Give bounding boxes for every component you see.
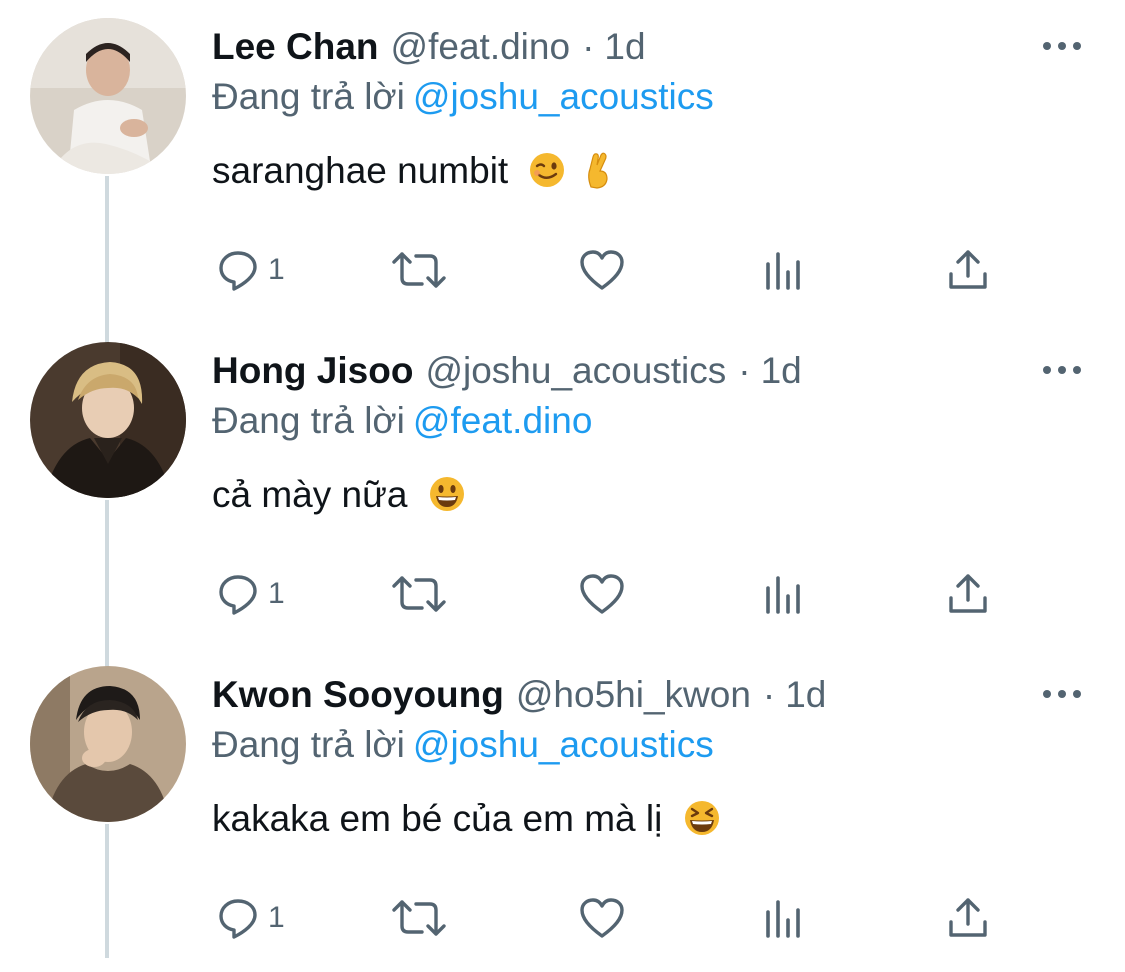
timestamp[interactable]: 1d <box>761 350 802 392</box>
replying-to: Đang trả lời @feat.dino <box>212 400 592 442</box>
replying-to: Đang trả lời @joshu_acoustics <box>212 724 714 766</box>
tweet-text-content: kakaka em bé của em mà lị <box>212 798 663 839</box>
retweet-button[interactable] <box>390 566 448 622</box>
reply-count: 1 <box>268 253 285 286</box>
more-horizontal-icon[interactable] <box>1043 356 1081 384</box>
retweet-icon <box>390 572 448 616</box>
tweet-text: cả mày nữa <box>212 474 466 522</box>
views-button[interactable] <box>764 890 804 946</box>
tweet-actions: 1 <box>212 566 1012 622</box>
replying-to: Đang trả lời @joshu_acoustics <box>212 76 714 118</box>
tweet[interactable]: Kwon Sooyoung @ho5hi_kwon · 1d Đang trả … <box>0 648 1125 972</box>
analytics-icon <box>764 572 804 616</box>
retweet-button[interactable] <box>390 242 448 298</box>
mention-link[interactable]: @joshu_acoustics <box>413 724 714 765</box>
share-icon <box>946 896 990 940</box>
tweet-actions: 1 <box>212 242 1012 298</box>
separator-dot: · <box>738 350 751 391</box>
avatar[interactable] <box>30 666 186 822</box>
tweet-header: Kwon Sooyoung @ho5hi_kwon · 1d <box>212 672 826 718</box>
avatar[interactable] <box>30 18 186 174</box>
share-button[interactable] <box>946 890 990 946</box>
reply-icon <box>216 572 260 616</box>
reply-button[interactable]: 1 <box>216 566 285 622</box>
user-handle[interactable]: @feat.dino <box>391 26 571 68</box>
analytics-icon <box>764 896 804 940</box>
user-handle[interactable]: @ho5hi_kwon <box>516 674 751 716</box>
separator-dot: · <box>582 26 595 67</box>
views-button[interactable] <box>764 242 804 298</box>
retweet-button[interactable] <box>390 890 448 946</box>
heart-icon <box>578 572 626 616</box>
tweet-text: saranghae numbit <box>212 150 613 198</box>
views-button[interactable] <box>764 566 804 622</box>
tweet-text-content: saranghae numbit <box>212 150 509 191</box>
grinning-face-emoji <box>428 475 466 522</box>
reply-icon <box>216 896 260 940</box>
timestamp[interactable]: 1d <box>604 26 645 68</box>
reply-count: 1 <box>268 901 285 934</box>
retweet-icon <box>390 896 448 940</box>
share-button[interactable] <box>946 242 990 298</box>
share-icon <box>946 248 990 292</box>
reply-icon <box>216 248 260 292</box>
avatar[interactable] <box>30 342 186 498</box>
tweet-actions: 1 <box>212 890 1012 946</box>
like-button[interactable] <box>578 566 626 622</box>
more-horizontal-icon[interactable] <box>1043 32 1081 60</box>
mention-link[interactable]: @feat.dino <box>413 400 593 441</box>
like-button[interactable] <box>578 890 626 946</box>
more-horizontal-icon[interactable] <box>1043 680 1081 708</box>
heart-icon <box>578 896 626 940</box>
tweet[interactable]: Hong Jisoo @joshu_acoustics · 1d Đang tr… <box>0 324 1125 648</box>
tweet-text-content: cả mày nữa <box>212 474 408 515</box>
share-button[interactable] <box>946 566 990 622</box>
tweet[interactable]: Lee Chan @feat.dino · 1d Đang trả lời @jo… <box>0 0 1125 324</box>
mention-link[interactable]: @joshu_acoustics <box>413 76 714 117</box>
winking-face-emoji <box>528 151 566 198</box>
display-name[interactable]: Lee Chan <box>212 26 379 68</box>
reply-button[interactable]: 1 <box>216 890 285 946</box>
tweet-header: Lee Chan @feat.dino · 1d <box>212 24 646 70</box>
heart-icon <box>578 248 626 292</box>
separator-dot: · <box>762 674 776 715</box>
share-icon <box>946 572 990 616</box>
retweet-icon <box>390 248 448 292</box>
replying-to-label: Đang trả lời <box>212 400 405 441</box>
reply-count: 1 <box>268 577 285 610</box>
tweet-header: Hong Jisoo @joshu_acoustics · 1d <box>212 348 802 394</box>
crossed-fingers-emoji <box>583 151 613 198</box>
reply-button[interactable]: 1 <box>216 242 285 298</box>
display-name[interactable]: Kwon Sooyoung <box>212 674 504 716</box>
analytics-icon <box>764 248 804 292</box>
grinning-squinting-face-emoji <box>683 799 721 846</box>
display-name[interactable]: Hong Jisoo <box>212 350 413 392</box>
timestamp[interactable]: 1d <box>785 674 826 716</box>
replying-to-label: Đang trả lời <box>212 76 405 117</box>
user-handle[interactable]: @joshu_acoustics <box>425 350 726 392</box>
tweet-text: kakaka em bé của em mà lị <box>212 798 721 846</box>
like-button[interactable] <box>578 242 626 298</box>
replying-to-label: Đang trả lời <box>212 724 405 765</box>
